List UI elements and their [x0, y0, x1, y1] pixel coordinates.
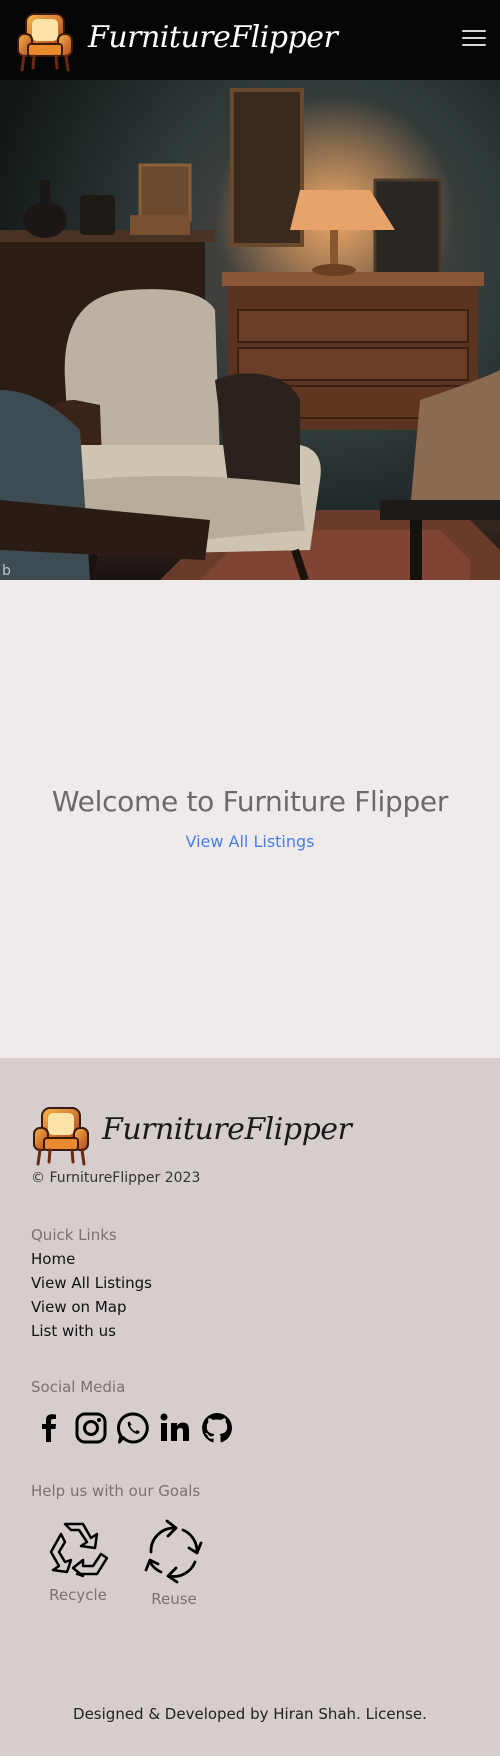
footer: FurnitureFlipper © FurnitureFlipper 2023…: [0, 1058, 500, 1756]
navbar: FurnitureFlipper: [0, 0, 500, 80]
hero-image: b: [0, 80, 500, 580]
goal-label-recycle: Recycle: [49, 1586, 107, 1604]
goal-recycle[interactable]: Recycle: [38, 1518, 118, 1604]
goal-label-reuse: Reuse: [151, 1590, 197, 1608]
credits-prefix: Designed & Developed by: [73, 1705, 274, 1723]
recycle-icon: [49, 1522, 109, 1578]
footer-brand-name: FurnitureFlipper: [102, 1112, 352, 1147]
copyright: © FurnitureFlipper 2023: [31, 1170, 201, 1186]
armchair-icon: [33, 1107, 89, 1166]
goals-heading: Help us with our Goals: [31, 1482, 201, 1500]
svg-text:b: b: [2, 563, 11, 579]
quick-link-list-with-us[interactable]: List with us: [31, 1322, 116, 1340]
brand-name: FurnitureFlipper: [88, 20, 338, 55]
quick-link-view-all-listings[interactable]: View All Listings: [31, 1274, 152, 1292]
quick-links-heading: Quick Links: [31, 1226, 117, 1244]
reuse-icon: [144, 1519, 203, 1584]
instagram-icon[interactable]: [73, 1410, 109, 1446]
goal-reuse[interactable]: Reuse: [134, 1518, 214, 1608]
license-link[interactable]: License: [366, 1705, 423, 1723]
social-media-heading: Social Media: [31, 1378, 126, 1396]
welcome-title: Welcome to Furniture Flipper: [51, 785, 449, 818]
welcome-section: Welcome to Furniture Flipper View All Li…: [0, 580, 500, 1058]
quick-links-list: Home View All Listings View on Map List …: [31, 1249, 152, 1345]
vintage-furniture-room-photo: b: [0, 80, 500, 580]
whatsapp-icon[interactable]: [115, 1410, 151, 1446]
armchair-icon: [17, 13, 73, 72]
quick-link-view-on-map[interactable]: View on Map: [31, 1298, 126, 1316]
facebook-icon[interactable]: [31, 1410, 67, 1446]
github-icon[interactable]: [199, 1410, 235, 1446]
hamburger-menu-icon[interactable]: [462, 30, 486, 50]
credits: Designed & Developed by Hiran Shah. Lice…: [73, 1705, 427, 1723]
author-link[interactable]: Hiran Shah: [273, 1705, 356, 1723]
quick-link-home[interactable]: Home: [31, 1250, 75, 1268]
linkedin-icon[interactable]: [157, 1410, 193, 1446]
view-all-listings-link[interactable]: View All Listings: [0, 832, 500, 851]
